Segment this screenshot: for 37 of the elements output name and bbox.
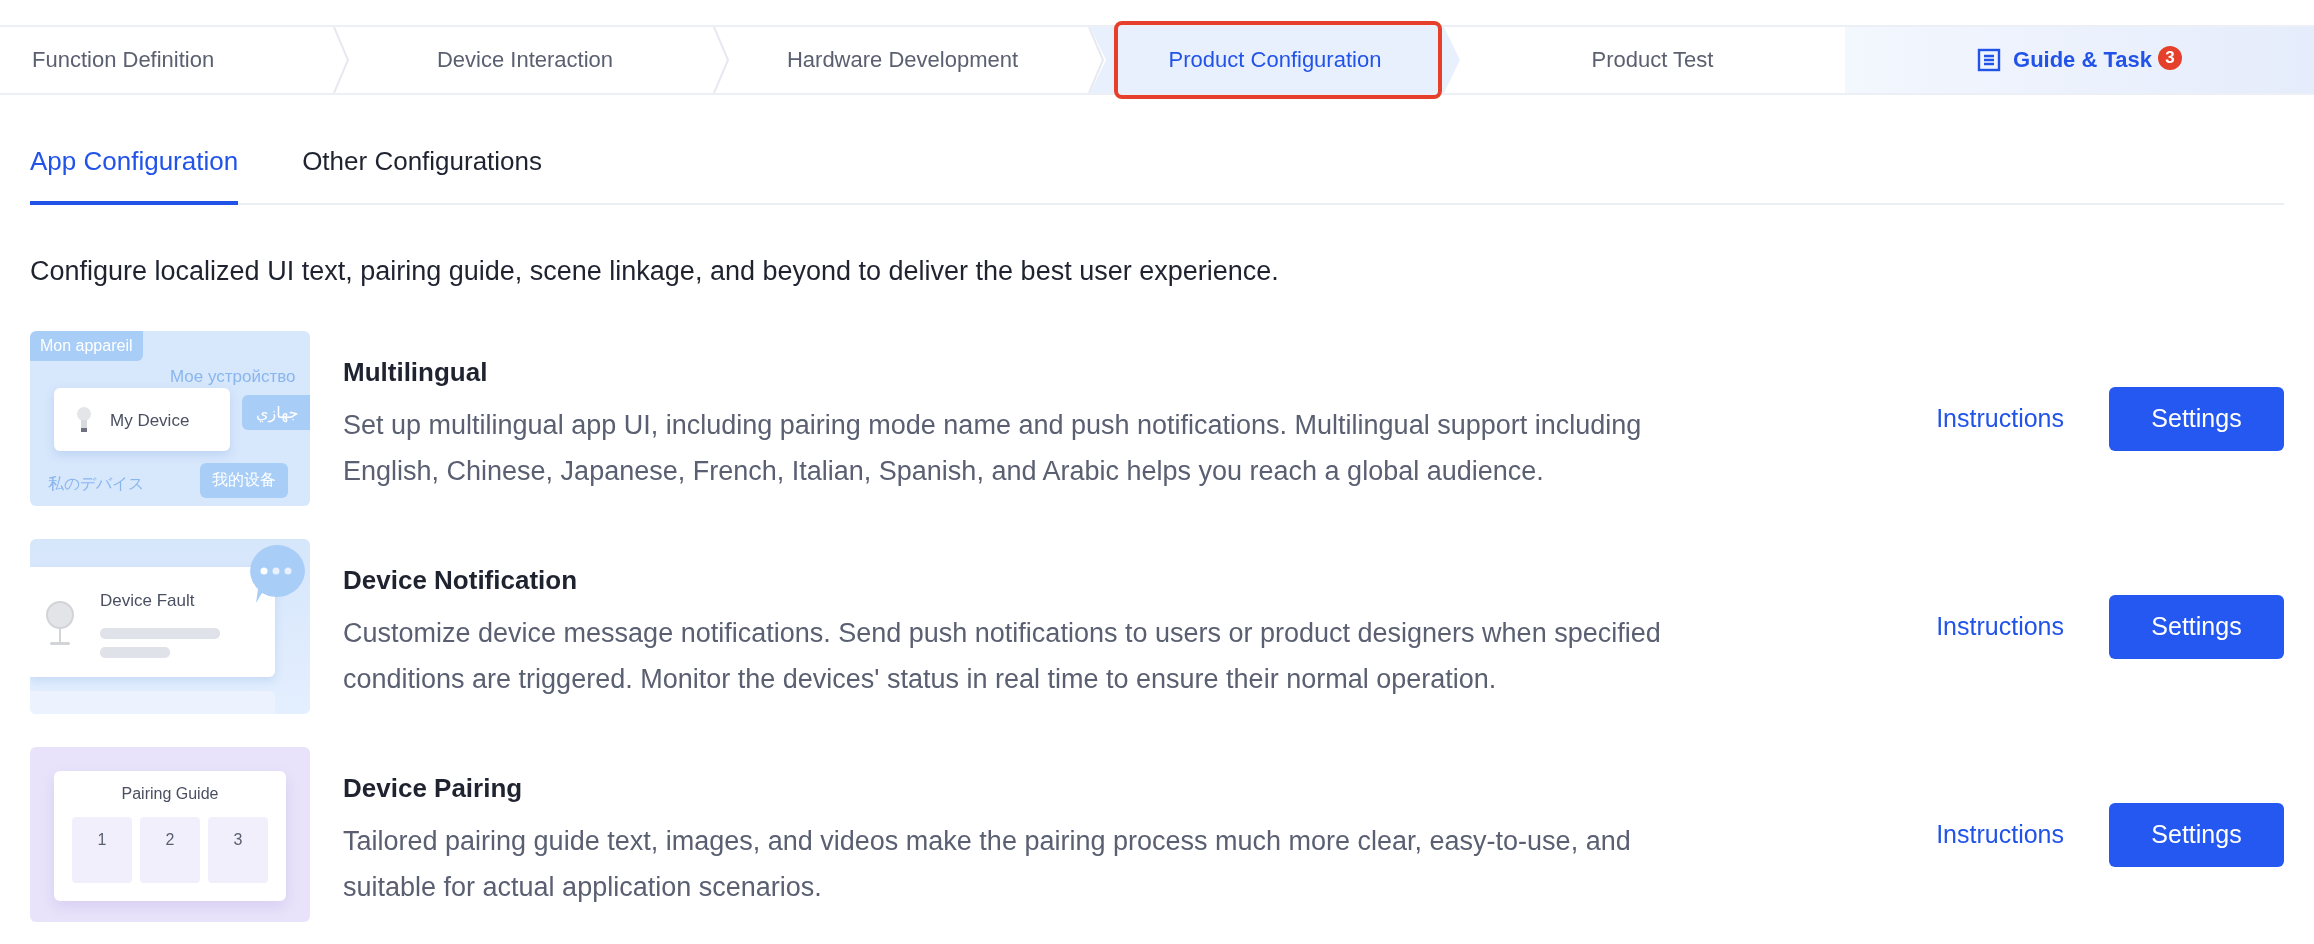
settings-button[interactable]: Settings [2109, 594, 2284, 659]
feature-description: Set up multilingual app UI, including pairing mode name and push notifications. Multilingual support including English, Chinese, Japanese, French, Italian, Spanish, and Arabic helps you reach a global audience. [343, 409, 1643, 488]
device-name: My Device [110, 411, 190, 431]
tab[interactable]: Other Configurations [302, 146, 543, 205]
guide-step: 2 [140, 817, 200, 883]
guide-label: Guide & Task [2013, 47, 2152, 73]
feature-title: Multilingual [343, 357, 489, 388]
instructions-link[interactable]: Instructions [1936, 404, 2064, 433]
step-tab[interactable]: Device Interaction [335, 27, 715, 93]
feature-title: Device Notification [343, 565, 579, 596]
language-label: Mon appareil [30, 331, 143, 361]
guide-title: Pairing Guide [121, 785, 219, 803]
feature-description: Tailored pairing guide text, images, and videos make the pairing process much more clear, easy-to-use, and suitable for actual application scenarios. [343, 825, 1632, 904]
settings-button[interactable]: Settings [2109, 386, 2284, 451]
step-tab[interactable]: Function Definition [0, 27, 335, 93]
lightbulb-icon [76, 406, 92, 434]
tab[interactable]: App Configuration [30, 146, 239, 205]
feature-title: Device Pairing [343, 773, 524, 804]
guide-step: 3 [208, 817, 268, 883]
settings-button[interactable]: Settings [2109, 802, 2284, 867]
language-label: 我的设备 [200, 463, 288, 498]
language-label: جهازي [242, 395, 310, 430]
instructions-link[interactable]: Instructions [1936, 820, 2064, 849]
language-label: Мое устройство [170, 367, 296, 387]
language-label: 私のデバイス [48, 474, 144, 494]
notification-title: Device Fault [100, 591, 195, 611]
step-tab[interactable]: Hardware Development [715, 27, 1090, 93]
guide-button[interactable]: Guide & Task 3 [1845, 27, 2314, 93]
list-icon [1977, 48, 2001, 72]
guide-step: 1 [72, 817, 132, 883]
step-tab[interactable]: Product Test [1460, 27, 1845, 93]
intro-text: Configure localized UI text, pairing guide, scene linkage, and beyond to deliver the best user experience. [30, 256, 1280, 287]
instructions-link[interactable]: Instructions [1936, 612, 2064, 641]
step-tab[interactable]: Product Configuration [1090, 27, 1460, 93]
notification-badge: 3 [2158, 46, 2182, 70]
feature-description: Customize device message notifications. Send push notifications to users or product designers when specified conditions are triggered. Monitor the devices' status in real time to ensure their normal operation. [343, 617, 1662, 696]
text-placeholder-bar [100, 647, 170, 658]
